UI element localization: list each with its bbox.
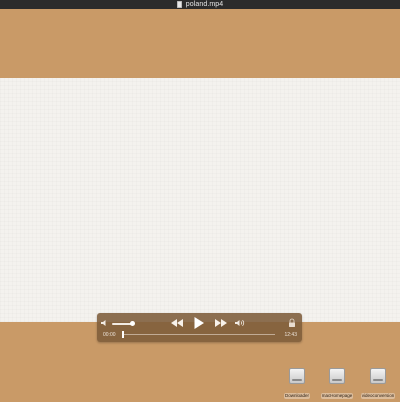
- volume-slider-knob[interactable]: [130, 321, 135, 326]
- rewind-button[interactable]: [170, 318, 184, 328]
- video-frame[interactable]: [0, 78, 400, 322]
- desktop-item-label: macHomepage: [320, 393, 354, 399]
- play-icon: [194, 317, 204, 329]
- elapsed-time: 00:00: [103, 332, 116, 338]
- fast-forward-icon: [215, 319, 227, 327]
- fast-forward-button[interactable]: [214, 318, 228, 328]
- hard-drive-icon: [289, 368, 305, 384]
- window-titlebar: poland.mp4: [0, 0, 400, 9]
- desktop-item-downloader[interactable]: Downloader: [277, 368, 317, 402]
- window-title: poland.mp4: [185, 1, 224, 8]
- total-time: 12:43: [284, 332, 297, 338]
- progress-scrubber[interactable]: [123, 334, 275, 335]
- desktop-item-videoconversion[interactable]: videoconversion: [358, 368, 398, 402]
- playback-controls: 00:00 12:43: [97, 313, 302, 342]
- desktop-item-label: videoconversion: [360, 393, 396, 399]
- hard-drive-icon: [329, 368, 345, 384]
- play-button[interactable]: [193, 316, 205, 330]
- desktop-item-machomepage[interactable]: macHomepage: [317, 368, 357, 402]
- scrubber-playhead[interactable]: [122, 331, 124, 338]
- document-icon: [176, 1, 182, 8]
- desktop-background-top: [0, 9, 400, 78]
- rewind-icon: [171, 319, 183, 327]
- volume-high-icon[interactable]: [235, 319, 247, 327]
- lock-icon[interactable]: [288, 318, 296, 328]
- volume-low-icon[interactable]: [101, 319, 109, 327]
- hard-drive-icon: [370, 368, 386, 384]
- volume-slider[interactable]: [112, 323, 132, 325]
- desktop-item-label: Downloader: [283, 393, 310, 399]
